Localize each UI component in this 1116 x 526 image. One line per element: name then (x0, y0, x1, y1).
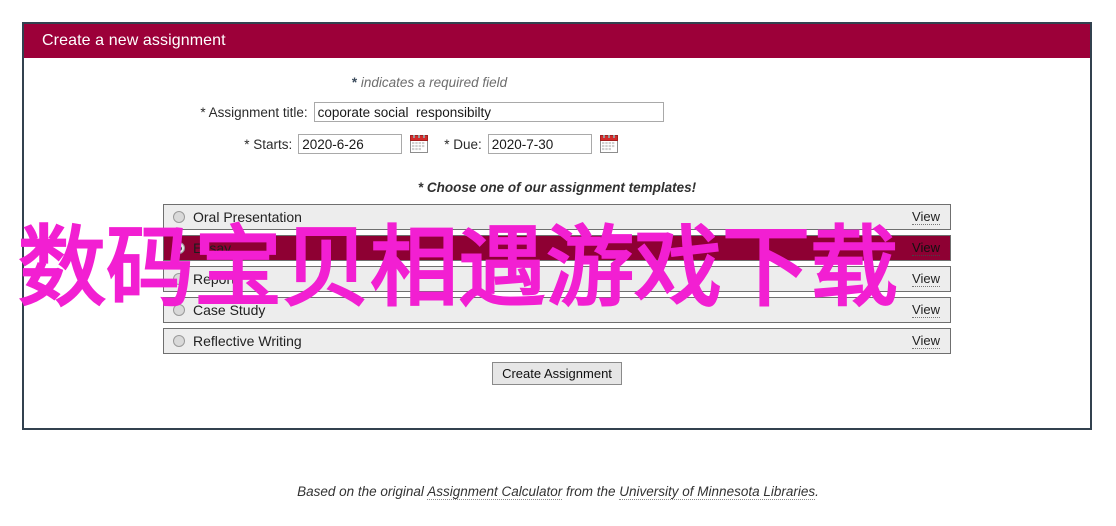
template-name: Case Study (193, 302, 266, 318)
assignment-title-input[interactable] (313, 102, 664, 122)
view-link[interactable]: View (912, 271, 940, 287)
calendar-icon[interactable] (410, 135, 429, 153)
assignment-calculator-link[interactable]: Assignment Calculator (427, 484, 563, 500)
view-link[interactable]: View (912, 302, 940, 318)
view-link[interactable]: View (912, 240, 940, 256)
template-name: Report (193, 271, 236, 287)
footer-prefix: Based on the original (297, 484, 428, 499)
assignment-dates-row: * Starts: 2020-6-26 * Due: 2020-7-30 (24, 134, 1090, 154)
create-assignment-button-wrap: Create Assignment (24, 362, 1090, 385)
template-name: Oral Presentation (193, 209, 302, 225)
template-name: Reflective Writing (193, 333, 302, 349)
radio-icon[interactable] (173, 211, 185, 223)
radio-icon[interactable] (173, 273, 185, 285)
panel-header: Create a new assignment (24, 24, 1090, 58)
starts-label: * Starts: (244, 136, 293, 152)
template-row[interactable]: Report View (163, 266, 951, 292)
starts-date-input[interactable] (298, 134, 403, 154)
create-assignment-button[interactable]: Create Assignment (492, 362, 622, 385)
footer-suffix: . (815, 484, 819, 499)
radio-icon[interactable] (173, 335, 185, 347)
required-note-text: indicates a required field (357, 75, 508, 90)
due-date-input[interactable] (487, 134, 592, 154)
template-row[interactable]: Essay View (163, 235, 951, 261)
template-row[interactable]: Reflective Writing View (163, 328, 951, 354)
radio-icon[interactable] (173, 304, 185, 316)
choose-template-note: * Choose one of our assignment templates… (417, 180, 697, 195)
template-row[interactable]: Oral Presentation View (163, 204, 951, 230)
page-title: Create a new assignment (42, 32, 226, 49)
view-link[interactable]: View (912, 333, 940, 349)
template-row[interactable]: Case Study View (163, 297, 951, 323)
required-field-note: * indicates a required field (24, 75, 1090, 90)
view-link[interactable]: View (912, 209, 940, 225)
assignment-template-list: Oral Presentation View Essay View Report… (163, 204, 951, 354)
footer-middle: from the (562, 484, 620, 499)
radio-icon[interactable] (173, 242, 185, 254)
umn-libraries-link[interactable]: University of Minnesota Libraries (619, 484, 816, 500)
create-assignment-panel: Create a new assignment * indicates a re… (22, 22, 1092, 430)
calendar-icon[interactable] (599, 135, 618, 153)
template-name: Essay (193, 240, 232, 256)
due-label: * Due: (444, 136, 482, 152)
footer-attribution: Based on the original Assignment Calcula… (0, 484, 1116, 500)
assignment-title-row: * Assignment title: (24, 102, 1090, 122)
assignment-title-label: * Assignment title: (200, 104, 308, 120)
